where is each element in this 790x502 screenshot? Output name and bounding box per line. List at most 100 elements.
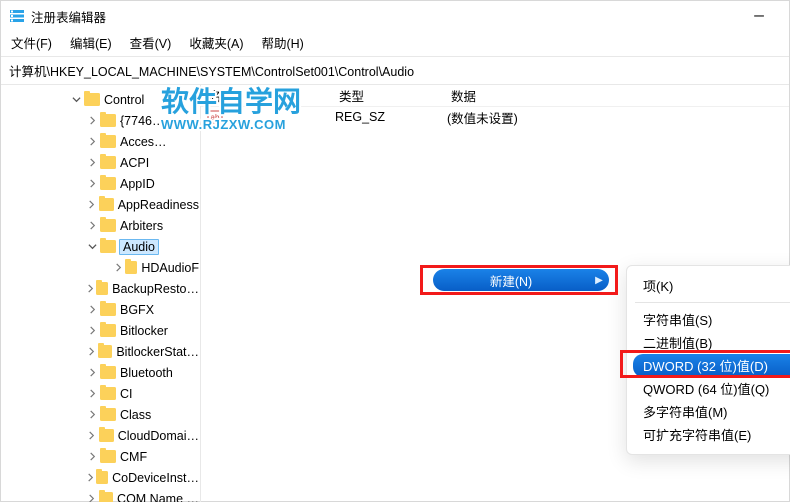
tree-label: ACPI (119, 156, 150, 170)
submenu-arrow-icon: ▶ (589, 275, 609, 286)
col-data[interactable]: 数据 (443, 86, 789, 105)
caret-right-icon[interactable] (85, 156, 99, 170)
tree-node[interactable]: HDAudioF (1, 257, 200, 278)
caret-right-icon[interactable] (85, 408, 99, 422)
menu-item-dword[interactable]: DWORD (32 位)值(D) (633, 354, 790, 377)
address-bar[interactable]: 计算机\HKEY_LOCAL_MACHINE\SYSTEM\ControlSet… (1, 56, 789, 85)
context-menu-new-submenu: 项(K) 字符串值(S) 二进制值(B) DWORD (32 位)值(D) QW… (626, 265, 790, 455)
tree-node[interactable]: ACPI (1, 152, 200, 173)
tree-node[interactable]: CloudDomai… (1, 425, 200, 446)
titlebar: 注册表编辑器 — (1, 1, 789, 31)
col-name[interactable]: 名称 (201, 86, 331, 105)
tree-label: BitlockerStat… (115, 345, 200, 359)
tree-label: Arbiters (119, 219, 164, 233)
tree-label: CoDeviceInst… (111, 471, 200, 485)
caret-down-icon[interactable] (69, 93, 83, 107)
tree-node[interactable]: AppReadiness (1, 194, 200, 215)
tree-node[interactable]: Audio (1, 236, 200, 257)
caret-right-icon[interactable] (85, 345, 97, 359)
caret-right-icon[interactable] (85, 387, 99, 401)
folder-icon (84, 93, 100, 106)
minimize-button[interactable]: — (737, 1, 781, 31)
caret-right-icon[interactable] (85, 177, 99, 191)
caret-right-icon[interactable] (85, 219, 99, 233)
caret-right-icon[interactable] (85, 303, 99, 317)
string-value-icon: ab (207, 109, 223, 125)
tree-label: AppReadiness (117, 198, 200, 212)
caret-right-icon[interactable] (85, 114, 99, 128)
tree-node[interactable]: Arbiters (1, 215, 200, 236)
folder-icon (125, 261, 137, 274)
tree-node[interactable]: Acces… (1, 131, 200, 152)
caret-right-icon[interactable] (85, 135, 99, 149)
menu-help[interactable]: 帮助(H) (261, 33, 303, 52)
menu-item-qword[interactable]: QWORD (64 位)值(Q) (633, 377, 790, 400)
folder-icon (100, 114, 116, 127)
menu-item-expandstring[interactable]: 可扩充字符串值(E) (633, 423, 790, 446)
tree-node[interactable]: CoDeviceInst… (1, 467, 200, 488)
tree-label: Acces… (119, 135, 168, 149)
tree-node[interactable]: BitlockerStat… (1, 341, 200, 362)
value-type: REG_SZ (335, 110, 447, 124)
tree-label: CI (119, 387, 134, 401)
tree-node-control[interactable]: Control (1, 89, 200, 110)
tree-node[interactable]: Bitlocker (1, 320, 200, 341)
folder-icon (100, 324, 116, 337)
folder-icon (100, 240, 116, 253)
caret-right-icon[interactable] (85, 450, 99, 464)
caret-right-icon[interactable] (85, 324, 99, 338)
svg-text:ab: ab (211, 113, 220, 122)
caret-down-icon[interactable] (85, 240, 99, 254)
folder-icon (98, 345, 112, 358)
tree-node[interactable]: {7746… (1, 110, 200, 131)
tree-label: AppID (119, 177, 156, 191)
tree-node[interactable]: BackupResto… (1, 278, 200, 299)
caret-right-icon[interactable] (85, 471, 95, 485)
tree-node[interactable]: CMF (1, 446, 200, 467)
regedit-icon (9, 8, 25, 24)
context-item-new[interactable]: 新建(N) (433, 271, 589, 290)
registry-tree[interactable]: Control {7746… Acces… ACPI AppID AppReadines… (1, 85, 201, 502)
menu-item-key[interactable]: 项(K) (633, 274, 790, 297)
tree-node[interactable]: COM Name … (1, 488, 200, 502)
tree-node[interactable]: AppID (1, 173, 200, 194)
col-type[interactable]: 类型 (331, 86, 443, 105)
menubar: 文件(F) 编辑(E) 查看(V) 收藏夹(A) 帮助(H) (1, 31, 789, 56)
tree-label: CloudDomai… (117, 429, 200, 443)
menu-edit[interactable]: 编辑(E) (70, 33, 112, 52)
tree-label: {7746… (119, 114, 165, 128)
tree-label: CMF (119, 450, 148, 464)
folder-icon (96, 282, 108, 295)
tree-node[interactable]: Class (1, 404, 200, 425)
context-menu-new[interactable]: 新建(N) ▶ (433, 269, 609, 291)
caret-right-icon[interactable] (85, 282, 95, 296)
menu-item-multistring[interactable]: 多字符串值(M) (633, 400, 790, 423)
caret-right-icon[interactable] (85, 429, 98, 443)
menu-item-string[interactable]: 字符串值(S) (633, 308, 790, 331)
tree-node[interactable]: CI (1, 383, 200, 404)
folder-icon (100, 135, 116, 148)
value-list[interactable]: 名称 类型 数据 ab REG_SZ (数值未设置) 软件自学网 软件自学网 W… (201, 85, 789, 502)
tree-label: BGFX (119, 303, 155, 317)
tree-node[interactable]: BGFX (1, 299, 200, 320)
column-headers[interactable]: 名称 类型 数据 (201, 85, 789, 107)
caret-right-icon[interactable] (113, 261, 124, 275)
window-title: 注册表编辑器 (31, 7, 737, 26)
menu-file[interactable]: 文件(F) (11, 33, 52, 52)
menu-favorites[interactable]: 收藏夹(A) (189, 33, 243, 52)
menu-view[interactable]: 查看(V) (130, 33, 172, 52)
tree-label: BackupResto… (111, 282, 200, 296)
folder-icon (99, 429, 114, 442)
menu-item-binary[interactable]: 二进制值(B) (633, 331, 790, 354)
tree-label: COM Name … (116, 492, 200, 502)
caret-right-icon[interactable] (85, 492, 98, 502)
folder-icon (99, 492, 113, 502)
folder-icon (100, 387, 116, 400)
caret-right-icon[interactable] (85, 366, 99, 380)
folder-icon (100, 366, 116, 379)
value-row-default[interactable]: ab REG_SZ (数值未设置) (201, 107, 789, 127)
tree-node[interactable]: Bluetooth (1, 362, 200, 383)
menu-separator (635, 302, 790, 303)
folder-icon (99, 198, 114, 211)
caret-right-icon[interactable] (85, 198, 98, 212)
